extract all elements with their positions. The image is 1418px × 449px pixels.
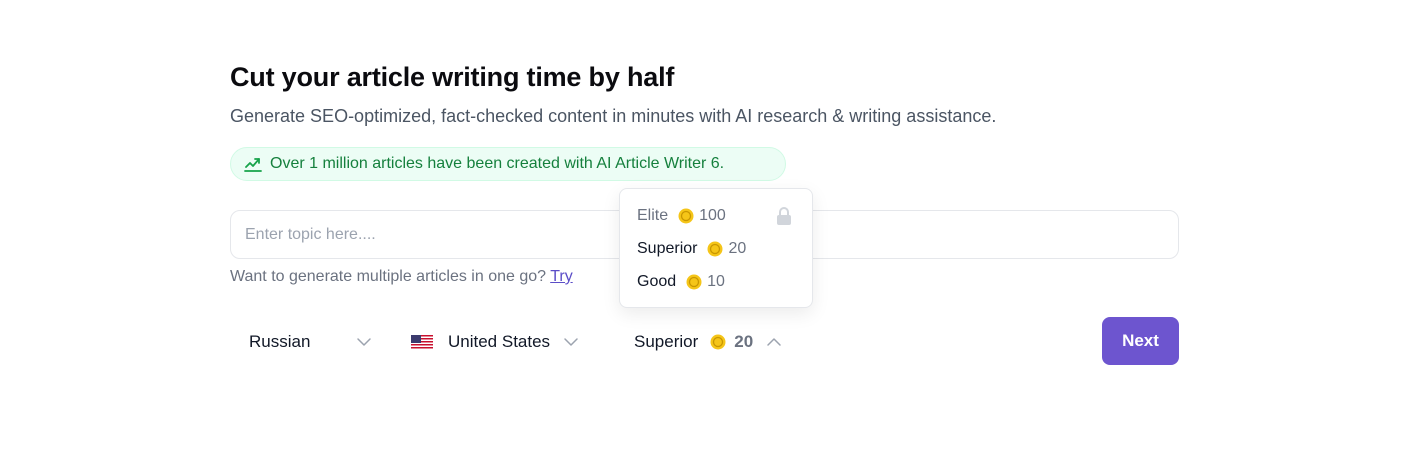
option-name: Superior (637, 240, 698, 257)
us-flag-icon (411, 334, 433, 350)
region-value: United States (448, 332, 551, 351)
bulk-hint-text: Want to generate multiple articles in on… (230, 268, 547, 285)
bulk-hint: Want to generate multiple articles in on… (230, 268, 573, 286)
quality-select[interactable]: Superior 20 (634, 324, 783, 360)
quality-dropdown: Elite 100 Superior 20 Good 10 (619, 188, 813, 308)
quality-credits: 20 (734, 332, 754, 351)
option-credits: 10 (707, 273, 725, 290)
chevron-up-icon (765, 333, 783, 351)
coin-icon (707, 241, 723, 257)
page-subtitle: Generate SEO-optimized, fact-checked con… (230, 106, 997, 126)
page-title: Cut your article writing time by half (230, 62, 675, 92)
option-credits: 100 (699, 207, 726, 224)
stats-banner: Over 1 million articles have been create… (230, 147, 786, 181)
language-value: Russian (249, 332, 311, 351)
quality-option-good[interactable]: Good 10 (637, 269, 725, 295)
region-select[interactable]: United States (411, 324, 580, 360)
chevron-down-icon (355, 333, 373, 351)
coin-icon (710, 334, 726, 350)
option-credits: 20 (728, 240, 747, 257)
next-button[interactable]: Next (1102, 317, 1179, 365)
article-writer-page: Cut your article writing time by half Ge… (0, 0, 1418, 449)
option-name: Good (637, 273, 677, 290)
coin-icon (678, 208, 694, 224)
quality-value: Superior (634, 332, 699, 351)
chart-trend-icon (243, 154, 263, 174)
quality-option-elite[interactable]: Elite 100 (637, 203, 726, 229)
quality-option-superior[interactable]: Superior 20 (637, 236, 746, 262)
coin-icon (686, 274, 702, 290)
option-name: Elite (637, 207, 669, 224)
language-select[interactable]: Russian (249, 324, 373, 360)
chevron-down-icon (562, 333, 580, 351)
try-bulk-link[interactable]: Try (550, 268, 573, 285)
stats-banner-text: Over 1 million articles have been create… (270, 155, 725, 172)
lock-icon (775, 206, 793, 226)
